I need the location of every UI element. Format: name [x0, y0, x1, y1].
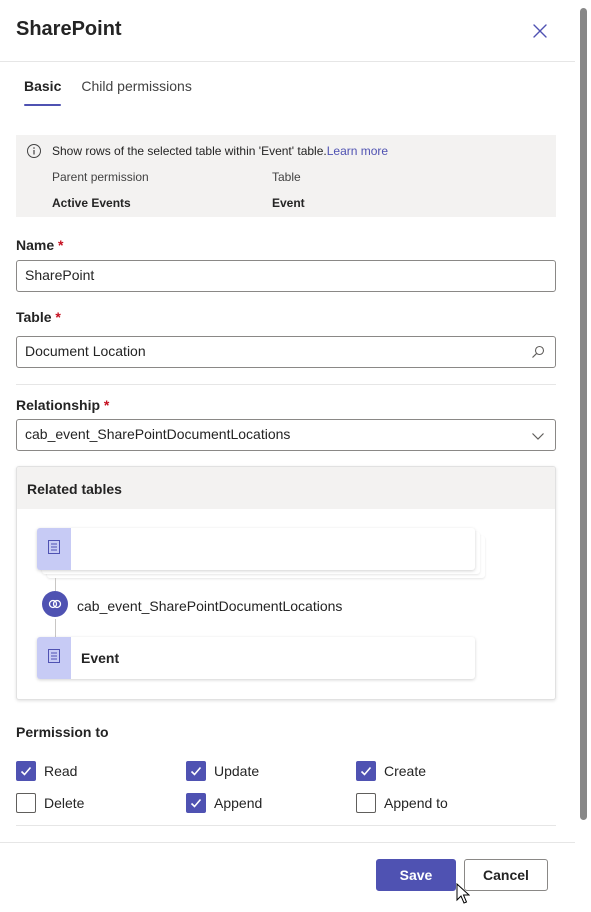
divider: [16, 384, 556, 385]
card-accent: [37, 637, 71, 679]
checkbox-append[interactable]: Append: [186, 793, 262, 813]
checkbox-append-to[interactable]: Append to: [356, 793, 448, 813]
required-marker: *: [103, 397, 110, 413]
checkbox-label: Read: [44, 763, 78, 779]
relationship-selected-value: cab_event_SharePointDocumentLocations: [25, 426, 291, 442]
table-label-text: Table: [16, 309, 52, 325]
search-icon[interactable]: [531, 345, 545, 359]
checkbox-label: Delete: [44, 795, 85, 811]
relationship-icon: [42, 591, 68, 617]
table-icon: [48, 540, 60, 554]
checkbox-update[interactable]: Update: [186, 761, 259, 781]
checkbox-box[interactable]: [186, 761, 206, 781]
tab-list: Basic Child permissions: [24, 78, 192, 106]
related-table-card-top[interactable]: [37, 528, 475, 570]
cancel-button[interactable]: Cancel: [464, 859, 548, 891]
table-field-label: Table *: [16, 309, 61, 325]
connector-line: [55, 578, 56, 591]
info-message-bar: Show rows of the selected table within '…: [16, 135, 556, 217]
checkbox-box[interactable]: [356, 761, 376, 781]
info-message-text: Show rows of the selected table within '…: [52, 144, 327, 158]
relationship-name: cab_event_SharePointDocumentLocations: [77, 598, 343, 614]
name-label-text: Name: [16, 237, 55, 253]
save-button[interactable]: Save: [376, 859, 456, 891]
name-input-value: SharePoint: [25, 267, 95, 283]
parent-permission-value: Active Events: [52, 196, 131, 210]
checkbox-box[interactable]: [356, 793, 376, 813]
panel-header: SharePoint: [0, 0, 575, 62]
checkbox-label: Append: [214, 795, 263, 811]
checkbox-delete[interactable]: Delete: [16, 793, 84, 813]
sharepoint-permission-panel: SharePoint Basic Child permissions Show …: [0, 0, 591, 912]
checkbox-label: Create: [384, 763, 427, 779]
required-marker: *: [55, 309, 61, 325]
table-value: Event: [272, 196, 305, 210]
learn-more-link[interactable]: Learn more: [327, 144, 388, 158]
tab-basic[interactable]: Basic: [24, 78, 62, 106]
relationship-field-label: Relationship *: [16, 397, 109, 413]
relationship-dropdown[interactable]: cab_event_SharePointDocumentLocations: [16, 419, 556, 451]
table-lookup-input[interactable]: Document Location: [16, 336, 556, 368]
table-label: Table: [272, 170, 301, 184]
name-field-label: Name *: [16, 237, 63, 253]
name-input[interactable]: SharePoint: [16, 260, 556, 292]
tab-child-permissions[interactable]: Child permissions: [81, 78, 191, 104]
relationship-label-text: Relationship: [16, 397, 101, 413]
close-icon[interactable]: [529, 20, 551, 42]
table-icon: [48, 649, 60, 663]
divider: [16, 825, 556, 826]
checkbox-read[interactable]: Read: [16, 761, 77, 781]
info-message: Show rows of the selected table within '…: [52, 144, 388, 158]
checkbox-label: Update: [214, 763, 260, 779]
info-icon: [26, 143, 42, 159]
required-marker: *: [58, 237, 64, 253]
checkbox-box[interactable]: [186, 793, 206, 813]
checkbox-box[interactable]: [16, 793, 36, 813]
scrollbar-thumb[interactable]: [580, 8, 587, 820]
mouse-pointer-icon: [456, 883, 470, 904]
parent-permission-label: Parent permission: [52, 170, 149, 184]
card-accent: [37, 528, 71, 570]
table-input-value: Document Location: [25, 343, 146, 359]
checkbox-create[interactable]: Create: [356, 761, 426, 781]
panel-title: SharePoint: [16, 18, 122, 40]
checkbox-label: Append to: [384, 795, 448, 811]
related-table-event-label: Event: [81, 650, 120, 666]
connector-line: [55, 619, 56, 637]
related-tables-heading: Related tables: [17, 467, 555, 509]
checkbox-box[interactable]: [16, 761, 36, 781]
chevron-down-icon[interactable]: [531, 429, 545, 443]
permission-heading: Permission to: [16, 724, 109, 740]
related-table-card-event[interactable]: Event: [37, 637, 475, 679]
related-tables-panel: Related tables cab_event_SharePointDocum…: [16, 466, 556, 700]
